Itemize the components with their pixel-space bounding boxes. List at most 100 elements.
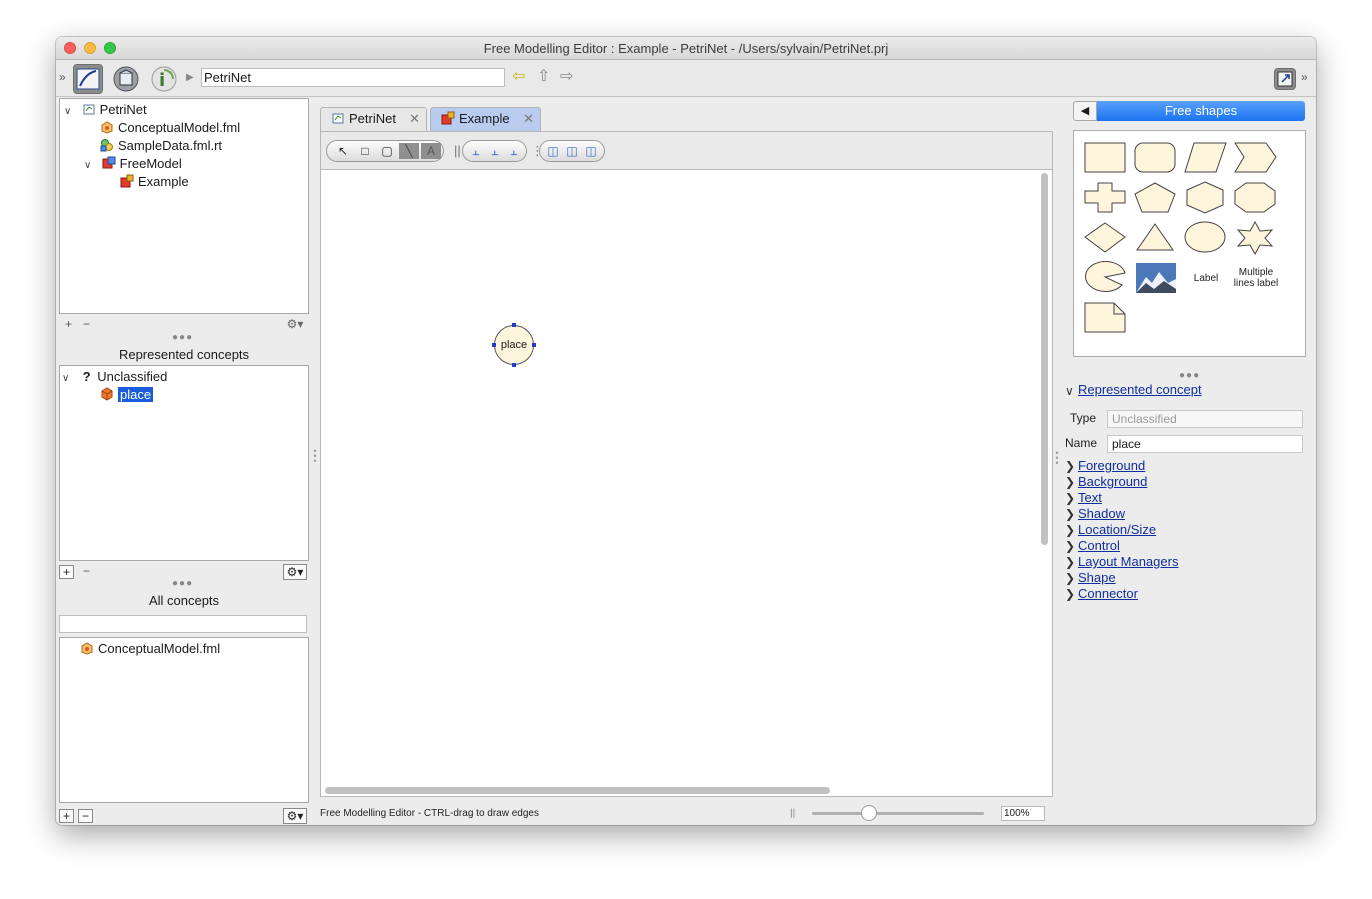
resize-handle[interactable]: [512, 363, 516, 367]
close-window-button[interactable]: [64, 42, 76, 54]
chevron-down-icon[interactable]: ∨: [62, 370, 76, 388]
octagon-shape[interactable]: [1234, 181, 1278, 215]
tree-item-sample-data[interactable]: SampleData.fml.rt: [100, 137, 222, 155]
draw-shape-tool-icon[interactable]: □: [355, 143, 375, 159]
triangle-shape[interactable]: [1134, 221, 1178, 255]
zoom-slider[interactable]: [812, 812, 984, 815]
chevron-right-icon[interactable]: ❯: [1065, 459, 1075, 473]
chevron-down-icon[interactable]: ∨: [84, 157, 98, 175]
multiple-lines-label-shape[interactable]: Multiple lines label: [1230, 267, 1282, 289]
left-splitter-handle-icon[interactable]: • • •: [312, 447, 318, 466]
resize-handle[interactable]: [532, 343, 536, 347]
align-top-icon[interactable]: ◫: [543, 143, 563, 159]
tree-item-petrinet[interactable]: ∨ PetriNet: [64, 101, 147, 119]
back-arrow-icon[interactable]: ⇦: [512, 68, 525, 86]
rounded-rectangle-shape[interactable]: [1134, 141, 1178, 175]
close-icon[interactable]: ✕: [523, 108, 534, 130]
image-shape[interactable]: [1134, 261, 1178, 295]
diamond-shape[interactable]: [1084, 221, 1128, 255]
select-tool-icon[interactable]: ↖: [333, 143, 353, 159]
tree-item-conceptual-model[interactable]: ConceptualModel.fml: [80, 640, 220, 658]
up-arrow-icon[interactable]: ⇧: [537, 68, 550, 86]
remove-icon[interactable]: −: [79, 318, 94, 332]
connector-tool-icon[interactable]: ╲: [399, 143, 419, 159]
shape-section-link[interactable]: Shape: [1078, 570, 1116, 585]
label-shape[interactable]: Label: [1184, 273, 1228, 284]
parallelogram-shape[interactable]: [1184, 141, 1228, 175]
chevron-right-icon[interactable]: ❯: [1065, 491, 1075, 505]
star-shape[interactable]: [1234, 221, 1278, 255]
zoom-slider-knob[interactable]: [860, 805, 877, 821]
tree-item-unclassified[interactable]: ∨ ? Unclassified: [62, 368, 167, 386]
chevron-right-icon[interactable]: ❯: [1065, 523, 1075, 537]
resize-handle[interactable]: [492, 343, 496, 347]
pie-shape[interactable]: [1084, 261, 1128, 295]
chevron-down-icon[interactable]: ∨: [1065, 384, 1074, 398]
tab-example[interactable]: Example ✕: [430, 107, 541, 131]
represented-concepts-tree[interactable]: ∨ ? Unclassified place: [59, 365, 309, 561]
tree-item-place[interactable]: place: [100, 386, 154, 404]
chevron-right-icon[interactable]: ❯: [1065, 507, 1075, 521]
foreground-section-link[interactable]: Foreground: [1078, 458, 1145, 473]
zoom-field[interactable]: 100%: [1001, 806, 1045, 821]
vertical-scrollbar[interactable]: [1041, 173, 1048, 545]
information-perspective-button[interactable]: i: [149, 64, 179, 94]
control-section-link[interactable]: Control: [1078, 538, 1120, 553]
remove-icon[interactable]: −: [78, 809, 93, 823]
close-icon[interactable]: ✕: [409, 108, 420, 130]
text-tool-icon[interactable]: A: [421, 143, 441, 159]
gear-icon[interactable]: ⚙▾: [283, 808, 307, 824]
chevron-right-icon[interactable]: ❯: [1065, 475, 1075, 489]
project-tree[interactable]: ∨ PetriNet ConceptualModel.fml SampleDat…: [59, 98, 309, 314]
chevron-down-icon[interactable]: ∨: [64, 103, 78, 121]
minimize-window-button[interactable]: [84, 42, 96, 54]
add-icon[interactable]: +: [61, 318, 76, 332]
tab-petrinet[interactable]: PetriNet ✕: [320, 107, 427, 131]
align-bottom-icon[interactable]: ◫: [581, 143, 601, 159]
align-right-icon[interactable]: ⫠: [504, 143, 524, 159]
align-center-icon[interactable]: ⫠: [485, 143, 505, 159]
hexagon-shape[interactable]: [1184, 181, 1228, 215]
align-left-icon[interactable]: ⫠: [466, 143, 486, 159]
tree-item-free-model[interactable]: ∨ FreeModel: [84, 155, 182, 173]
forward-arrow-icon[interactable]: ⇨: [560, 68, 573, 86]
text-section-link[interactable]: Text: [1078, 490, 1102, 505]
palette-back-button[interactable]: ◀: [1073, 101, 1097, 121]
tree-item-example[interactable]: Example: [120, 173, 189, 191]
add-icon[interactable]: +: [59, 809, 74, 823]
background-section-link[interactable]: Background: [1078, 474, 1147, 489]
name-field[interactable]: place: [1107, 435, 1303, 453]
inspector-toggle-button[interactable]: [1274, 68, 1296, 90]
tree-item-conceptual-model[interactable]: ConceptualModel.fml: [100, 119, 240, 137]
note-shape[interactable]: [1084, 301, 1128, 335]
toolbar-overflow-left-icon[interactable]: »: [59, 70, 66, 84]
represented-concept-link[interactable]: Represented concept: [1078, 382, 1202, 397]
remove-icon[interactable]: −: [79, 565, 94, 579]
pentagon-shape[interactable]: [1134, 181, 1178, 215]
splitter-handle-icon[interactable]: ●●●: [1179, 370, 1199, 381]
all-concepts-tree[interactable]: ConceptualModel.fml: [59, 637, 309, 803]
gear-icon[interactable]: ⚙▾: [283, 317, 307, 333]
project-path-field[interactable]: PetriNet: [201, 68, 505, 87]
chevron-right-icon[interactable]: ❯: [1065, 539, 1075, 553]
free-modelling-perspective-button[interactable]: [73, 64, 103, 94]
model-perspective-button[interactable]: [111, 64, 141, 94]
shadow-section-link[interactable]: Shadow: [1078, 506, 1125, 521]
maximize-window-button[interactable]: [104, 42, 116, 54]
rectangle-shape[interactable]: [1084, 141, 1128, 175]
resize-handle[interactable]: [512, 323, 516, 327]
cross-shape[interactable]: [1084, 181, 1128, 215]
chevron-shape[interactable]: [1234, 141, 1278, 175]
splitter-handle-icon[interactable]: ●●●: [172, 578, 192, 589]
location-size-section-link[interactable]: Location/Size: [1078, 522, 1156, 537]
draw-shape-variant-tool-icon[interactable]: ▢: [377, 143, 397, 159]
splitter-handle-icon[interactable]: ●●●: [172, 332, 192, 343]
place-node[interactable]: place: [494, 325, 534, 365]
ellipse-shape[interactable]: [1184, 221, 1228, 255]
diagram-canvas[interactable]: place: [321, 169, 1052, 796]
palette-title[interactable]: Free shapes: [1097, 101, 1305, 121]
gear-icon[interactable]: ⚙▾: [283, 564, 307, 580]
chevron-right-icon[interactable]: ❯: [1065, 587, 1075, 601]
toolbar-overflow-right-icon[interactable]: »: [1301, 70, 1308, 84]
align-middle-icon[interactable]: ◫: [562, 143, 582, 159]
